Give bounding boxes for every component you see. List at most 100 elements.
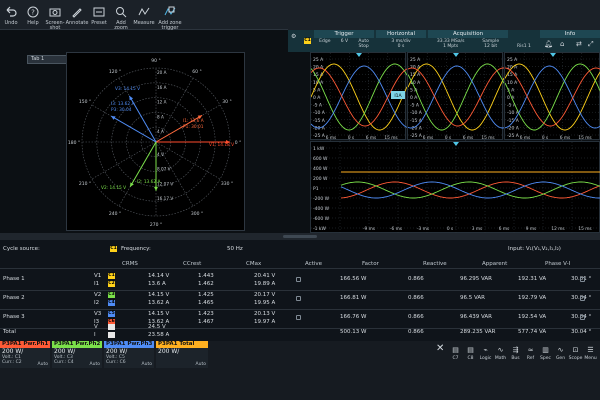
current-panel-3[interactable]: 25 A 20 A 15 A 10 A5 A0 A -5 A -10 A -15 A -20 … [504,52,600,141]
phase-name: Phase 1 [3,276,25,282]
bell-icon[interactable]: 🔔︎ [544,40,553,48]
phasor-arrowhead [154,186,158,191]
y-tick-label: -25 A [507,133,520,139]
acquisition-group[interactable]: Acquisition 33.33 MSa/s 1 Mpts Sample 12 b… [428,30,508,52]
signal-scale: 200 W/ [106,348,128,355]
signal-box[interactable]: P3PA1 Pwr.Ph3 200 W/Volt.: C5 Curr.: C6 Aut… [104,341,154,368]
splitter-grip[interactable] [283,235,317,238]
polar-angle-label: 60 ° [192,69,201,75]
channel-chip[interactable]: C2 [108,281,115,287]
channel-button-spec[interactable]: ▥ Spec [538,345,553,367]
trigger-marker[interactable] [453,142,459,146]
y-tick-label: -10 A [410,110,423,116]
frequency-label: Frequency: [121,246,151,252]
add-zoom-button[interactable]: Add zoom [110,3,132,41]
current-panel-1[interactable]: 25 A 20 A 15 A 10 A5 A0 A -5 A -10 A -15 A -20 … [310,52,407,141]
row-options-button[interactable] [296,296,301,301]
polar-spoke [91,141,157,180]
total-name: Total [3,329,16,335]
power-panel[interactable]: 1 kW 600 W 400 W 200 W P1 -200 W -400 W -600 W -… [310,141,600,234]
close-icon[interactable]: ✕ [436,343,444,354]
signal-name: P3PA1 Total [156,341,208,348]
trigger-group[interactable]: Trigger Edge 6 V Auto Stop [314,30,374,52]
rise-readout: Ris1 1 [517,44,531,49]
row-options-button[interactable] [580,315,585,320]
lock-icon[interactable]: ⌂ [560,40,564,48]
channel-button-math[interactable]: ∿ Math [493,345,508,367]
power-factor: 0.866 [408,276,424,282]
polar-ring-label: 16.17 V [157,196,173,201]
undo-button[interactable]: Undo [0,3,22,41]
bus-icon: ⇶ [512,346,519,354]
polar-ring-label: 8 A [157,114,164,119]
polar-angle-label: 30 ° [222,99,231,105]
signal-box[interactable]: P3PA1 Total 200 W/Auto [156,341,208,368]
col-ccrest: CCrest [183,261,202,267]
phase-name: Phase 3 [3,314,25,320]
channel-chip[interactable]: C4 [108,300,115,306]
channel-button-gen[interactable]: ∿ Gen [553,345,568,367]
channel-button-bus[interactable]: ⇶ Bus [508,345,523,367]
tab-1[interactable]: Tab 1 [27,55,67,64]
cycle-source-chip[interactable]: C1 [110,246,117,252]
voltage-max: 20.41 V [254,273,276,279]
horizontal-group[interactable]: Horizontal 3 ms/div 0 s [376,30,426,52]
trigger-marker[interactable] [453,53,459,57]
measure-button[interactable]: Measure [133,3,155,41]
polar-angle-label: 240 ° [109,211,121,217]
signal-scale: 200 W/ [54,348,76,355]
signal-mode: Auto [195,362,206,367]
row-separator [0,290,600,291]
row-options-button[interactable] [296,277,301,282]
y-tick-label: 1 kW [313,146,325,152]
total-power-factor: 0.866 [408,329,424,335]
info-group[interactable]: Info 🔔︎ ⌂ ⇄ ⤢ [540,30,600,52]
col-reactive: Reactive [423,261,447,267]
current-panel-2[interactable]: 25 A 20 A 15 A 10 A5 A0 A -5 A -10 A -15 A -20 … [407,52,504,141]
active-power: 166.56 W [340,276,367,282]
add-zone-trigger-button[interactable]: Add zone trigger [157,3,183,41]
total-voltage-name: V [94,324,98,330]
channel-button-scope[interactable]: ⊡ Scope [568,345,583,367]
total-active-power: 500.13 W [340,329,367,335]
network-icon[interactable]: ⇄ [576,40,582,48]
help-button[interactable]: ? Help [22,3,44,41]
fullscreen-icon[interactable]: ⤢ [588,40,594,49]
channel-button-c7[interactable]: ▤ C7 [448,345,463,367]
signal-box[interactable]: P3PA1 Pwr.Ph1 200 W/Volt.: C1 Curr.: C2 Aut… [0,341,50,368]
screenshot-button[interactable]: Screen- shot [44,3,66,41]
row-options-button[interactable] [580,296,585,301]
y-tick-label: -5 A [313,103,323,109]
active-power: 166.81 W [340,295,367,301]
info-title: Info [540,30,600,38]
channel-label: Spec [540,356,551,361]
channel-chip[interactable]: C5 [108,311,115,317]
preset-button[interactable]: Preset [88,3,110,41]
channel-chip[interactable]: C3 [108,292,115,298]
phasor-diagram[interactable]: 0 ° 30 ° 60 ° 90 ° 120 ° 150 ° 180 ° 210 ° 240 °… [66,52,245,231]
polar-angle-label: 270 ° [150,222,162,228]
channel-button-ref[interactable]: ≈ Ref [523,345,538,367]
row-options-button[interactable] [296,315,301,320]
gear-icon[interactable]: ⚙ [291,33,296,40]
voltage-rms: 14.15 V [148,292,170,298]
row-options-button[interactable] [580,277,585,282]
channel-label: Math [494,356,507,361]
x-tick-label: 6 ms [499,226,510,232]
polar-angle-label: 180 ° [68,140,80,146]
trigger-marker[interactable] [550,53,556,57]
preset-icon [93,7,105,17]
channel-button-c8[interactable]: ▤ C8 [463,345,478,367]
current-max: 19.89 A [254,281,276,287]
zone-trigger-icon [164,6,176,16]
channel-button-logic[interactable]: ⌁ Logic [478,345,493,367]
measure-icon [138,7,150,16]
apparent-power: 192.79 VA [518,295,547,301]
channel-button-menu[interactable]: ☰ Menu [583,345,598,367]
annotate-button[interactable]: Annotate [66,3,88,41]
channel-label: Menu [584,356,597,361]
signal-box[interactable]: P3PA1 Pwr.Ph2 200 W/Volt.: C3 Curr.: C4 Aut… [52,341,102,368]
trigger-marker[interactable] [356,53,362,57]
channel-chip[interactable]: C1 [108,273,115,279]
y-tick-label: -5 A [410,103,420,109]
